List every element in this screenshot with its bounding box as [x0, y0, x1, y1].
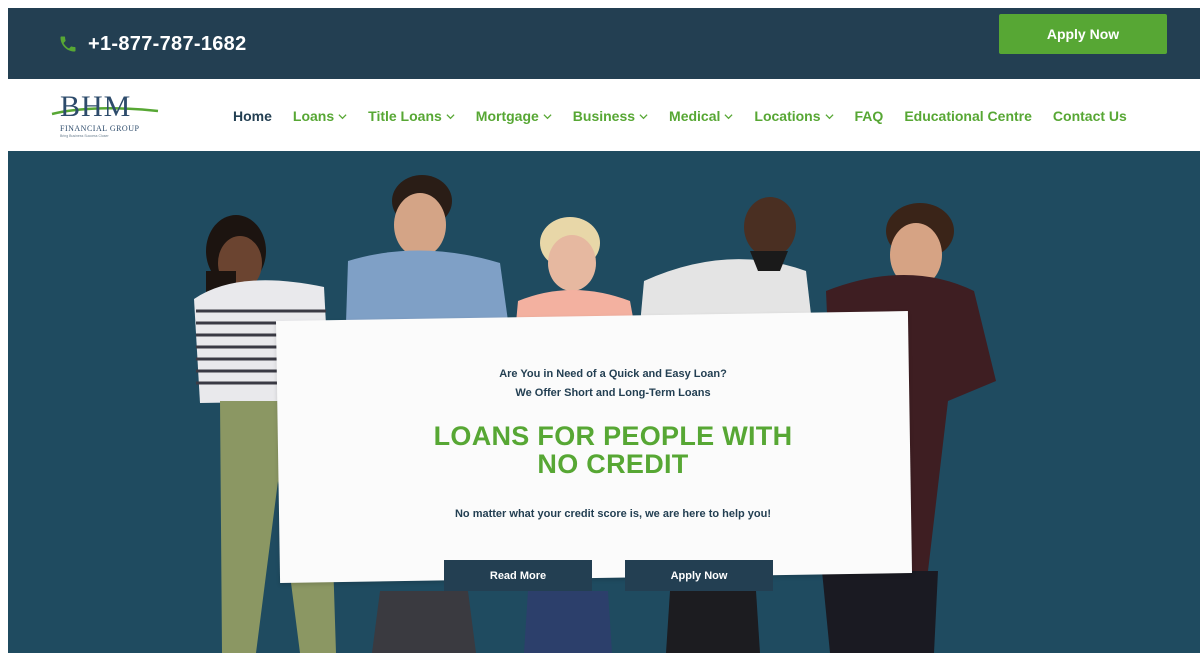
nav-item-label: Loans — [292, 108, 335, 124]
hero-subline: No matter what your credit score is, we … — [454, 508, 772, 520]
nav-item-label: Educational Centre — [904, 108, 1032, 124]
primary-nav: Home Loans Title Loans Mortgage Business… — [233, 108, 1127, 124]
logo[interactable]: BHM FINANCIAL GROUP Bring Business Succe… — [50, 91, 162, 141]
nav-item-loans[interactable]: Loans — [293, 108, 347, 124]
main-navbar: BHM FINANCIAL GROUP Bring Business Succe… — [8, 79, 1200, 151]
hero-apply-now-button[interactable]: Apply Now — [625, 560, 773, 591]
nav-item-contact-us[interactable]: Contact Us — [1053, 108, 1127, 124]
nav-item-faq[interactable]: FAQ — [855, 108, 884, 124]
nav-item-label: Contact Us — [1052, 108, 1127, 124]
nav-item-label: Home — [233, 108, 272, 124]
chevron-down-icon — [724, 113, 733, 119]
nav-item-mortgage[interactable]: Mortgage — [476, 108, 552, 124]
hero-section: Are You in Need of a Quick and Easy Loan… — [8, 151, 1200, 653]
chevron-down-icon — [338, 113, 347, 119]
nav-item-label: Medical — [669, 108, 721, 124]
hero-headline: LOANS FOR PEOPLE WITH NO CREDIT — [338, 422, 888, 478]
nav-item-home[interactable]: Home — [233, 108, 272, 124]
apply-now-button[interactable]: Apply Now — [999, 14, 1167, 54]
nav-item-label: Locations — [754, 108, 821, 124]
chevron-down-icon — [824, 113, 834, 119]
phone-icon — [60, 36, 76, 52]
chevron-down-icon — [639, 113, 648, 119]
hero-kicker-line-2: We Offer Short and Long-Term Loans — [515, 387, 711, 399]
hero-kicker: Are You in Need of a Quick and Easy Loan… — [338, 365, 888, 403]
hero-content: Are You in Need of a Quick and Easy Loan… — [338, 365, 888, 520]
hero-headline-line-1: LOANS FOR PEOPLE WITH — [433, 421, 793, 451]
phone-number[interactable]: +1-877-787-1682 — [88, 33, 247, 56]
nav-item-label: Business — [572, 108, 636, 124]
nav-item-label: FAQ — [854, 108, 884, 124]
read-more-button[interactable]: Read More — [444, 560, 592, 591]
nav-item-educational-centre[interactable]: Educational Centre — [904, 108, 1032, 124]
nav-item-label: Title Loans — [368, 108, 442, 124]
hero-kicker-line-1: Are You in Need of a Quick and Easy Loan… — [499, 368, 727, 380]
hero-headline-line-2: NO CREDIT — [537, 449, 689, 479]
phone-link[interactable]: +1-877-787-1682 — [58, 32, 247, 56]
chevron-down-icon — [543, 113, 552, 119]
chevron-down-icon — [446, 113, 455, 119]
logo-mark: BHM — [60, 90, 132, 123]
top-bar: +1-877-787-1682 Apply Now — [8, 8, 1200, 79]
logo-tagline: Bring Business Success Closer — [60, 134, 109, 138]
nav-item-title-loans[interactable]: Title Loans — [368, 108, 455, 124]
nav-item-business[interactable]: Business — [573, 108, 648, 124]
nav-item-label: Mortgage — [475, 108, 539, 124]
logo-name: FINANCIAL GROUP — [60, 124, 140, 133]
nav-item-locations[interactable]: Locations — [754, 108, 834, 124]
nav-item-medical[interactable]: Medical — [669, 108, 733, 124]
